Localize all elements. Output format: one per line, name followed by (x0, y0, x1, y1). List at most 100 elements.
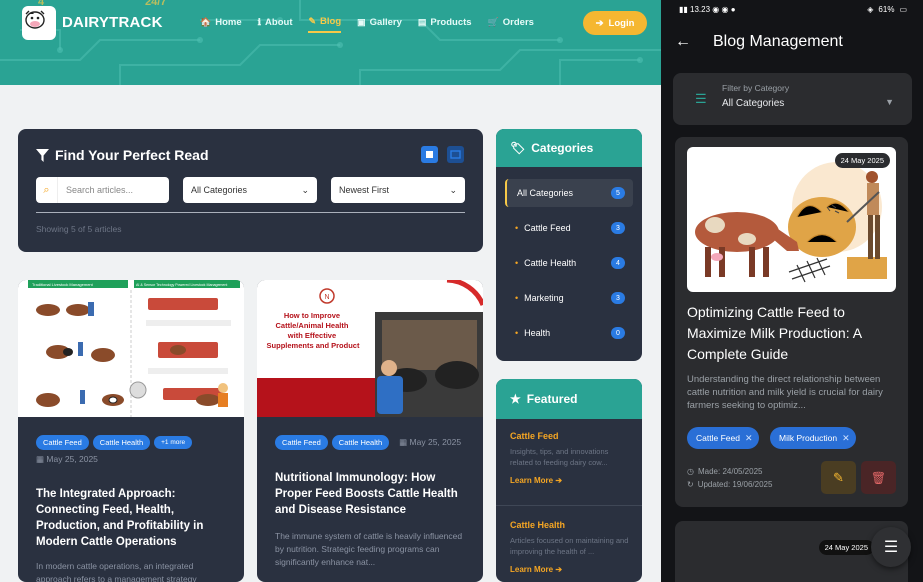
nav-blog[interactable]: ✎ Blog (308, 16, 342, 33)
tag-chip[interactable]: Cattle Health (92, 435, 151, 450)
filter-value: All Categories (722, 98, 785, 109)
article-image: Traditional Livestock Management AI & Se… (18, 280, 244, 417)
tag-chip[interactable]: Cattle Health (331, 435, 390, 450)
category-item-all[interactable]: All Categories 5 (505, 179, 633, 207)
tag-more-chip[interactable]: +1 more (154, 436, 193, 449)
tag-chip[interactable]: Cattle Feed (36, 435, 89, 450)
nav-products[interactable]: ▤ Products (418, 16, 472, 33)
svg-text:N: N (324, 294, 329, 301)
article-title[interactable]: Nutritional Immunology: How Proper Feed … (275, 470, 470, 518)
count-badge: 4 (611, 257, 625, 269)
dropdown-caret-icon: ▼ (885, 97, 894, 107)
filter-label: Filter by Category (722, 83, 790, 93)
category-item-health[interactable]: • Health 0 (505, 319, 633, 347)
signal-icon: ▮▮ (679, 5, 691, 14)
article-card[interactable]: Traditional Livestock Management AI & Se… (18, 280, 244, 582)
bullet-icon: • (515, 293, 519, 303)
learn-more-link[interactable]: Learn More ➔ (510, 476, 630, 485)
login-button[interactable]: ➔ Login (583, 11, 647, 35)
mobile-blog-management: ▮▮ 13.23 ◉ ◉ ● ◈ 61% ▭ ← Blog Management ☰… (661, 0, 923, 582)
clock-icon: ◷ (687, 467, 694, 476)
bullet-icon: • (515, 258, 519, 268)
featured-item-desc: Articles focused on maintaining and impr… (510, 536, 629, 556)
menu-fab-button[interactable]: ☰ (871, 527, 911, 567)
star-icon: ★ (510, 392, 521, 406)
list-view-button[interactable] (447, 146, 464, 163)
list-icon (450, 150, 461, 159)
results-count: Showing 5 of 5 articles (36, 224, 122, 234)
back-arrow-icon[interactable]: ← (675, 33, 691, 51)
nav-about[interactable]: ℹ About (258, 16, 293, 33)
remove-tag-icon[interactable]: ✕ (842, 433, 850, 444)
filter-list-icon: ☰ (695, 91, 707, 106)
article-image: N How to Improve Cattle/Animal Health wi… (257, 280, 483, 417)
article-card[interactable]: N How to Improve Cattle/Animal Health wi… (257, 280, 483, 582)
post-card[interactable]: 24 May 2025 Optimizing Cattle Feed to Ma… (675, 137, 908, 507)
category-item-marketing[interactable]: • Marketing 3 (505, 284, 633, 312)
cow-eating-hay-illustration (695, 162, 887, 283)
tag-chip[interactable]: Cattle Feed (275, 435, 328, 450)
logo[interactable] (22, 6, 56, 40)
blog-website: 4 24/7 DAIRYTRACK 🏠 Home ℹ About ✎ Blog ▣ Ga… (0, 0, 661, 582)
cattle-supplements-illustration: N How to Improve Cattle/Animal Health wi… (257, 280, 483, 417)
divider (496, 505, 642, 506)
chevron-down-icon: ⌄ (301, 184, 309, 195)
post-image: 24 May 2025 (687, 147, 896, 292)
brand-name[interactable]: DAIRYTRACK (62, 14, 163, 31)
svg-text:How to Improve Cat: How to Improve Cattle/Animal Health with… (267, 311, 360, 350)
featured-item-title[interactable]: Cattle Health (510, 520, 630, 530)
search-panel-title: Find Your Perfect Read (36, 147, 209, 163)
page-title: Blog Management (713, 33, 843, 50)
featured-item-title[interactable]: Cattle Feed (510, 431, 630, 441)
gallery-icon: ▣ (357, 17, 366, 27)
battery-icon: ▭ (899, 5, 907, 14)
hamburger-menu-icon: ☰ (883, 539, 899, 556)
cow-logo-icon (25, 10, 45, 29)
search-placeholder: Search articles... (66, 185, 134, 195)
tag-chip[interactable]: Milk Production ✕ (770, 427, 856, 449)
status-right: ◈ 61% ▭ (867, 5, 907, 14)
count-badge: 0 (611, 327, 625, 339)
category-filter-dropdown[interactable]: ☰ Filter by Category All Categories ▼ (673, 73, 912, 125)
count-badge: 5 (611, 187, 625, 199)
livestock-comparison-illustration: Traditional Livestock Management AI & Se… (28, 280, 240, 417)
search-panel: Find Your Perfect Read ⌕ Search articles… (18, 129, 483, 252)
wifi-icon: ◈ (867, 5, 874, 14)
tags-icon: 🏷 (510, 141, 526, 155)
app-bar: ← Blog Management (661, 20, 923, 64)
category-select[interactable]: All Categories ⌄ (183, 177, 317, 203)
article-title[interactable]: The Integrated Approach: Connecting Feed… (36, 486, 231, 550)
chevron-down-icon: ⌄ (449, 184, 457, 195)
count-badge: 3 (611, 292, 625, 304)
search-icon: ⌕ (36, 177, 58, 203)
sort-select[interactable]: Newest First ⌄ (331, 177, 465, 203)
hero-header: 4 24/7 DAIRYTRACK 🏠 Home ℹ About ✎ Blog ▣ Ga… (0, 0, 661, 85)
tag-chip[interactable]: Cattle Feed ✕ (687, 427, 759, 449)
featured-header: ★ Featured (496, 379, 642, 419)
cart-icon: 🛒 (487, 17, 499, 27)
nav-orders[interactable]: 🛒 Orders (488, 16, 534, 33)
grid-view-button[interactable] (421, 146, 438, 163)
history-icon: ↻ (687, 480, 694, 489)
nav-gallery[interactable]: ▣ Gallery (357, 16, 402, 33)
bullet-icon: • (515, 223, 519, 233)
login-icon: ➔ (595, 17, 604, 29)
post-date-badge: 24 May 2025 (818, 540, 874, 555)
post-title[interactable]: Optimizing Cattle Feed to Maximize Milk … (687, 302, 897, 365)
delete-button[interactable]: 🗑 (861, 461, 896, 494)
categories-panel: 🏷 Categories All Categories 5 • Cattle Feed… (496, 129, 642, 361)
search-input[interactable]: ⌕ Search articles... (36, 177, 169, 203)
calendar-icon: ▦ (399, 437, 410, 447)
edit-button[interactable]: ✎ (821, 461, 856, 494)
remove-tag-icon[interactable]: ✕ (745, 433, 753, 444)
post-excerpt: Understanding the direct relationship be… (687, 374, 883, 411)
nav-home[interactable]: 🏠 Home (200, 16, 242, 33)
category-item-cattle-feed[interactable]: • Cattle Feed 3 (505, 214, 633, 242)
notification-icons: ◉ ◉ ● (710, 5, 736, 14)
article-tags: Cattle Feed Cattle Health ▦ May 25, 2025 (275, 435, 461, 450)
category-item-cattle-health[interactable]: • Cattle Health 4 (505, 249, 633, 277)
article-date: ▦ May 25, 2025 (399, 437, 462, 447)
learn-more-link[interactable]: Learn More ➔ (510, 565, 630, 574)
pencil-icon: ✎ (833, 469, 844, 485)
circuit-pattern (0, 0, 661, 85)
